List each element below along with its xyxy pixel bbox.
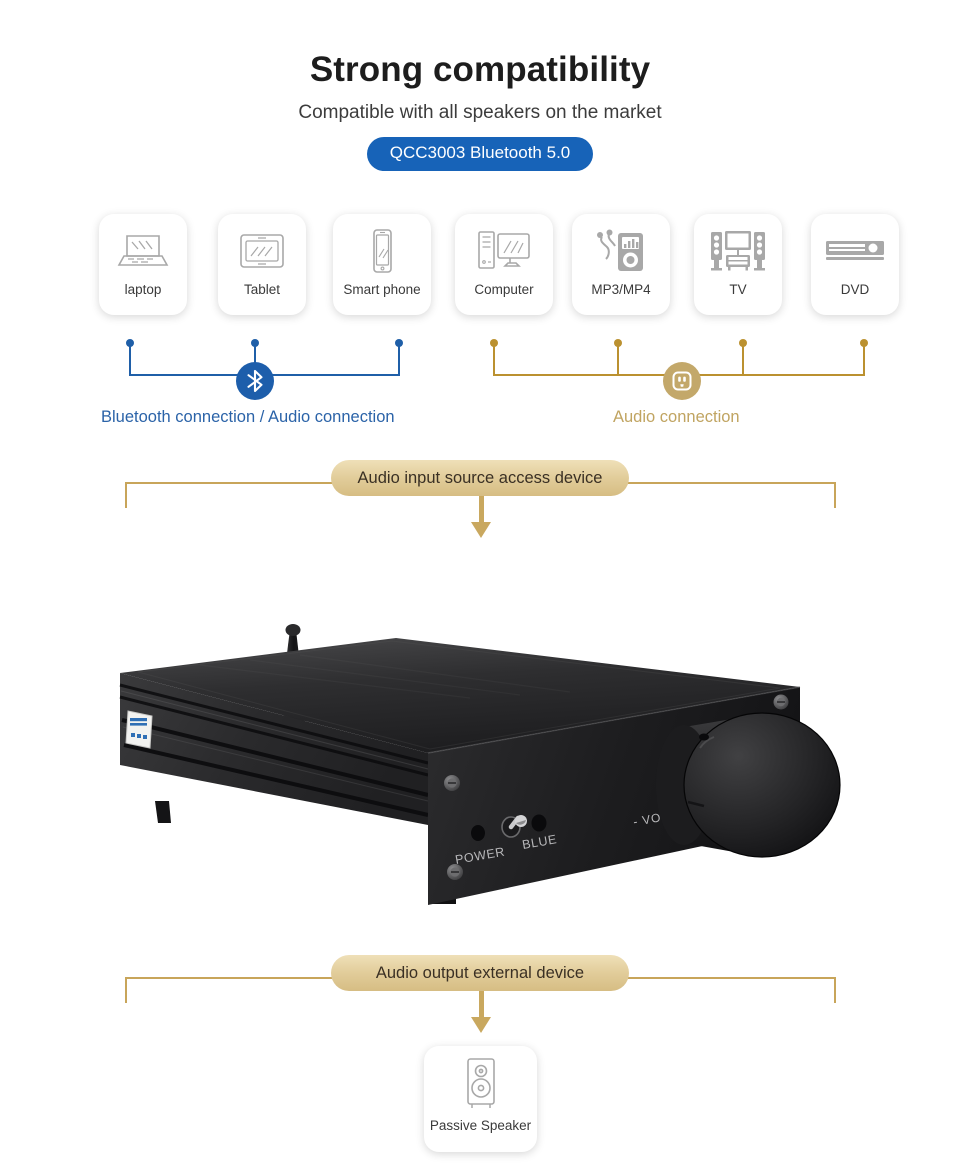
device-card-label: MP3/MP4 xyxy=(591,282,651,297)
volume-knob[interactable] xyxy=(656,712,841,858)
rail-right xyxy=(628,977,835,979)
panel-screw xyxy=(773,694,789,710)
device-card-label: laptop xyxy=(124,282,162,297)
device-card-smartphone[interactable]: Smart phone xyxy=(333,214,431,315)
rail-right-cap xyxy=(834,977,836,1003)
bluetooth-drop-line xyxy=(398,343,400,375)
device-card-tablet[interactable]: Tablet xyxy=(218,214,306,315)
rail-right xyxy=(628,482,835,484)
amplifier-foot xyxy=(155,801,171,823)
output-card-label: Passive Speaker xyxy=(429,1118,532,1133)
rail-left xyxy=(125,977,332,979)
bluetooth-icon xyxy=(236,362,274,400)
tablet-icon xyxy=(236,220,288,282)
audio-drop-line xyxy=(493,343,495,375)
device-card-computer[interactable]: Computer xyxy=(455,214,553,315)
connection-diagram: Bluetooth connection / Audio connection … xyxy=(0,330,960,440)
device-card-row: laptop Tablet Smart phone Computer MP3/M… xyxy=(0,214,960,322)
bluetooth-connection-label: Bluetooth connection / Audio connection xyxy=(101,408,395,426)
output-flow-banner: Audio output external device xyxy=(0,955,960,1033)
desktop-computer-icon xyxy=(475,220,533,282)
smartphone-icon xyxy=(365,220,399,282)
device-card-label: Tablet xyxy=(243,282,281,297)
mp3-player-icon xyxy=(592,220,650,282)
amplifier-device: POWER BLUE - VOLUME + xyxy=(0,505,960,935)
page-title: Strong compatibility xyxy=(309,50,651,89)
device-card-label: Smart phone xyxy=(343,282,421,297)
status-led xyxy=(515,815,527,827)
laptop-icon xyxy=(115,220,171,282)
audio-drop-line xyxy=(863,343,865,375)
badge-container: QCC3003 Bluetooth 5.0 xyxy=(0,137,960,171)
infographic-page: Strong compatibility Compatible with all… xyxy=(0,0,960,1172)
device-card-mp3[interactable]: MP3/MP4 xyxy=(572,214,670,315)
rail-left-cap xyxy=(125,977,127,1003)
tv-system-icon xyxy=(707,220,769,282)
bluetooth-version-badge: QCC3003 Bluetooth 5.0 xyxy=(366,137,594,171)
panel-screw xyxy=(447,864,463,880)
device-card-tv[interactable]: TV xyxy=(694,214,782,315)
bluetooth-drop-line xyxy=(129,343,131,375)
output-card-passive-speaker[interactable]: Passive Speaker xyxy=(424,1046,537,1152)
audio-drop-line xyxy=(617,343,619,375)
page-subtitle: Compatible with all speakers on the mark… xyxy=(298,102,662,123)
audio-connection-label: Audio connection xyxy=(613,408,740,426)
device-card-dvd[interactable]: DVD xyxy=(811,214,899,315)
device-card-label: TV xyxy=(729,282,747,297)
power-outlet-icon xyxy=(663,362,701,400)
rail-left xyxy=(125,482,332,484)
power-led xyxy=(471,825,485,841)
device-card-label: DVD xyxy=(840,282,870,297)
dvd-player-icon xyxy=(824,220,886,282)
input-banner-pill: Audio input source access device xyxy=(331,460,629,496)
side-label-sticker xyxy=(125,710,153,749)
indicator-led xyxy=(531,814,547,832)
passive-speaker-icon xyxy=(458,1050,504,1118)
panel-screw xyxy=(444,775,460,791)
device-card-laptop[interactable]: laptop xyxy=(99,214,187,315)
audio-drop-line xyxy=(742,343,744,375)
device-card-label: Computer xyxy=(474,282,534,297)
output-banner-pill: Audio output external device xyxy=(331,955,629,991)
